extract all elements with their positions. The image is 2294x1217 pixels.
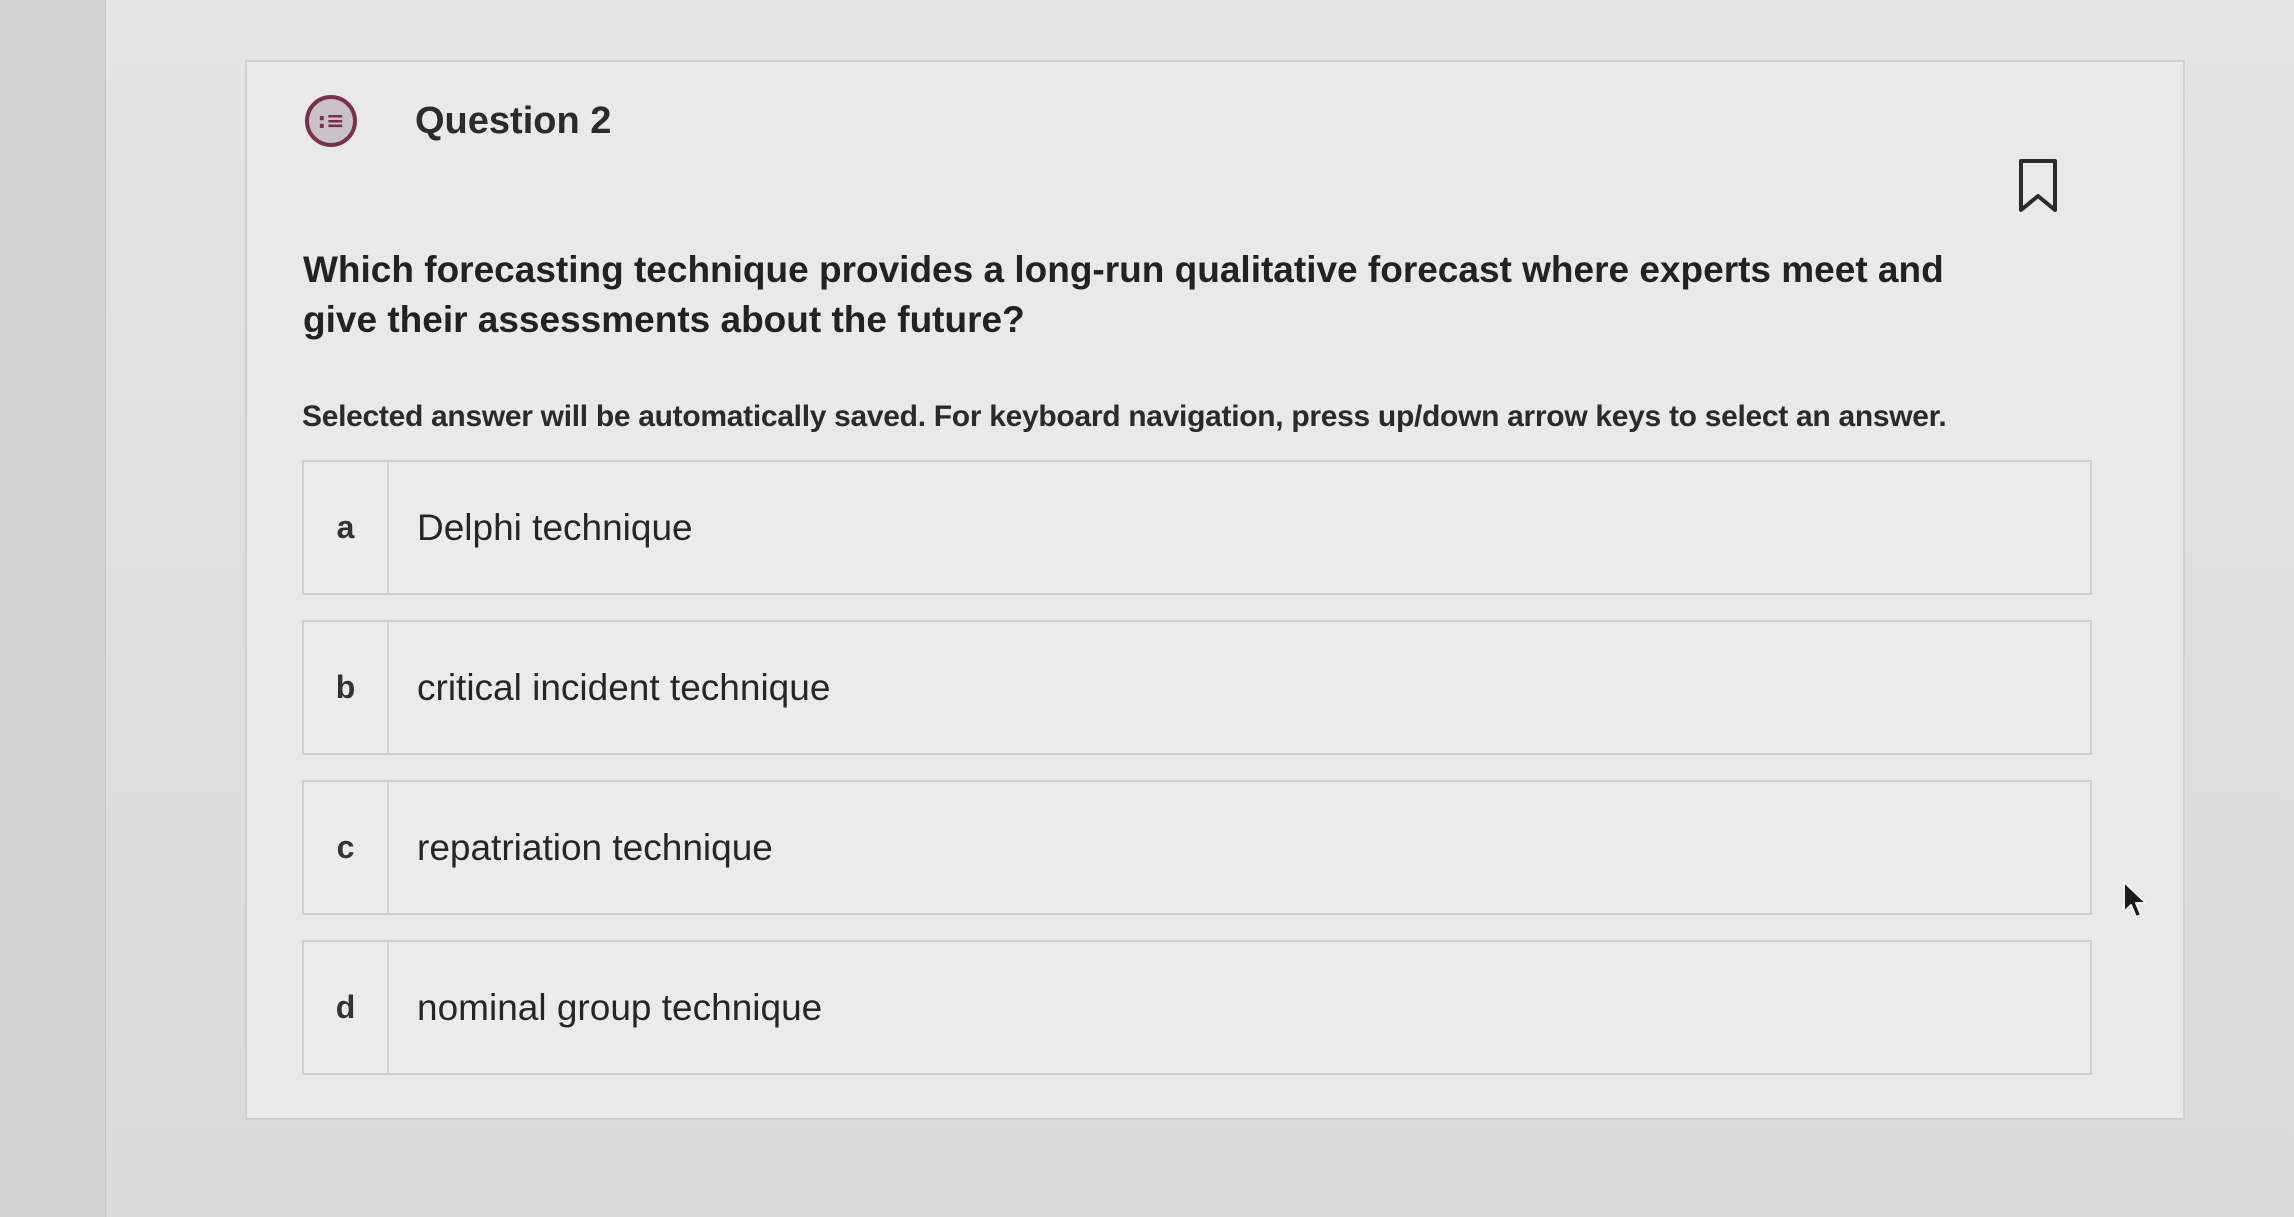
- answer-letter: d: [304, 942, 389, 1073]
- answer-label: Delphi technique: [417, 506, 693, 548]
- mouse-cursor-icon: [2123, 881, 2147, 918]
- answer-letter: a: [304, 462, 389, 593]
- answer-label: repatriation technique: [417, 826, 773, 868]
- answer-list: a Delphi technique b critical incident t…: [302, 460, 2092, 1100]
- answer-option-a[interactable]: a Delphi technique: [302, 460, 2092, 595]
- list-bubble-icon: :≡: [305, 95, 357, 147]
- answer-option-d[interactable]: d nominal group technique: [302, 940, 2092, 1075]
- question-title: Question 2: [415, 99, 612, 142]
- answer-label: critical incident technique: [417, 666, 831, 708]
- answer-option-c[interactable]: c repatriation technique: [302, 780, 2092, 915]
- left-sidebar-strip: [0, 0, 106, 1217]
- answer-option-b[interactable]: b critical incident technique: [302, 620, 2092, 755]
- page: :≡ Question 2 Which forecasting techniqu…: [0, 0, 2294, 1217]
- answer-letter: c: [304, 782, 389, 913]
- instructions-text: Selected answer will be automatically sa…: [302, 400, 1947, 433]
- answer-letter: b: [304, 622, 389, 753]
- question-text: Which forecasting technique provides a l…: [303, 249, 1944, 340]
- answer-label: nominal group technique: [417, 986, 823, 1028]
- bookmark-icon[interactable]: [2018, 158, 2058, 213]
- question-header: :≡ Question 2: [305, 95, 611, 147]
